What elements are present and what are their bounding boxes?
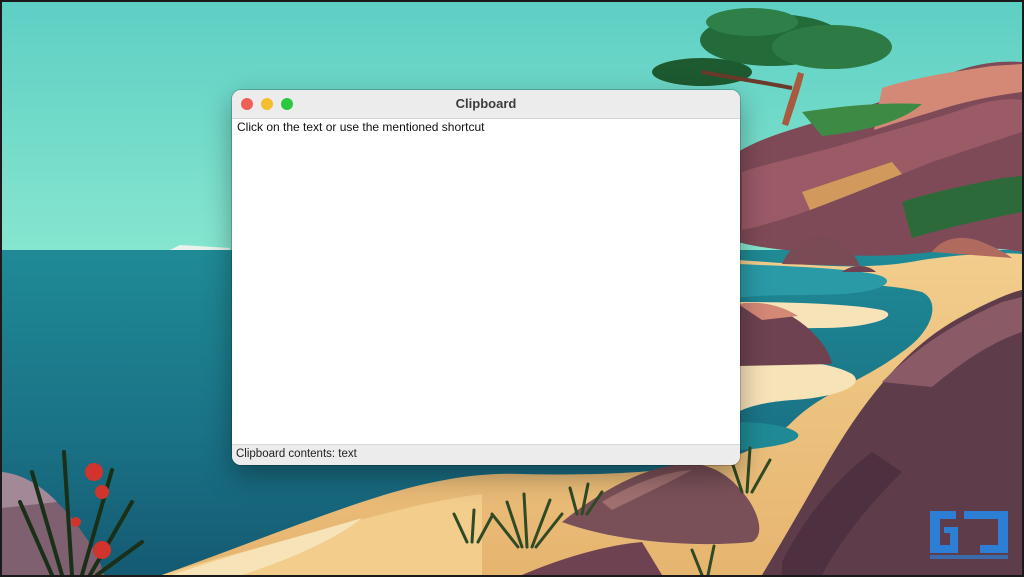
clipboard-status: Clipboard contents: text [236, 448, 357, 460]
title-bar[interactable]: Clipboard [232, 90, 740, 119]
window-title: Clipboard [455, 96, 517, 111]
text-area[interactable]: Click on the text or use the mentioned s… [232, 119, 740, 445]
status-bar: Clipboard contents: text [232, 444, 740, 465]
watermark-logo [930, 511, 1008, 559]
instruction-text[interactable]: Click on the text or use the mentioned s… [237, 120, 484, 134]
desktop: Clipboard Click on the text or use the m… [2, 2, 1022, 575]
clipboard-window: Clipboard Click on the text or use the m… [232, 90, 740, 465]
